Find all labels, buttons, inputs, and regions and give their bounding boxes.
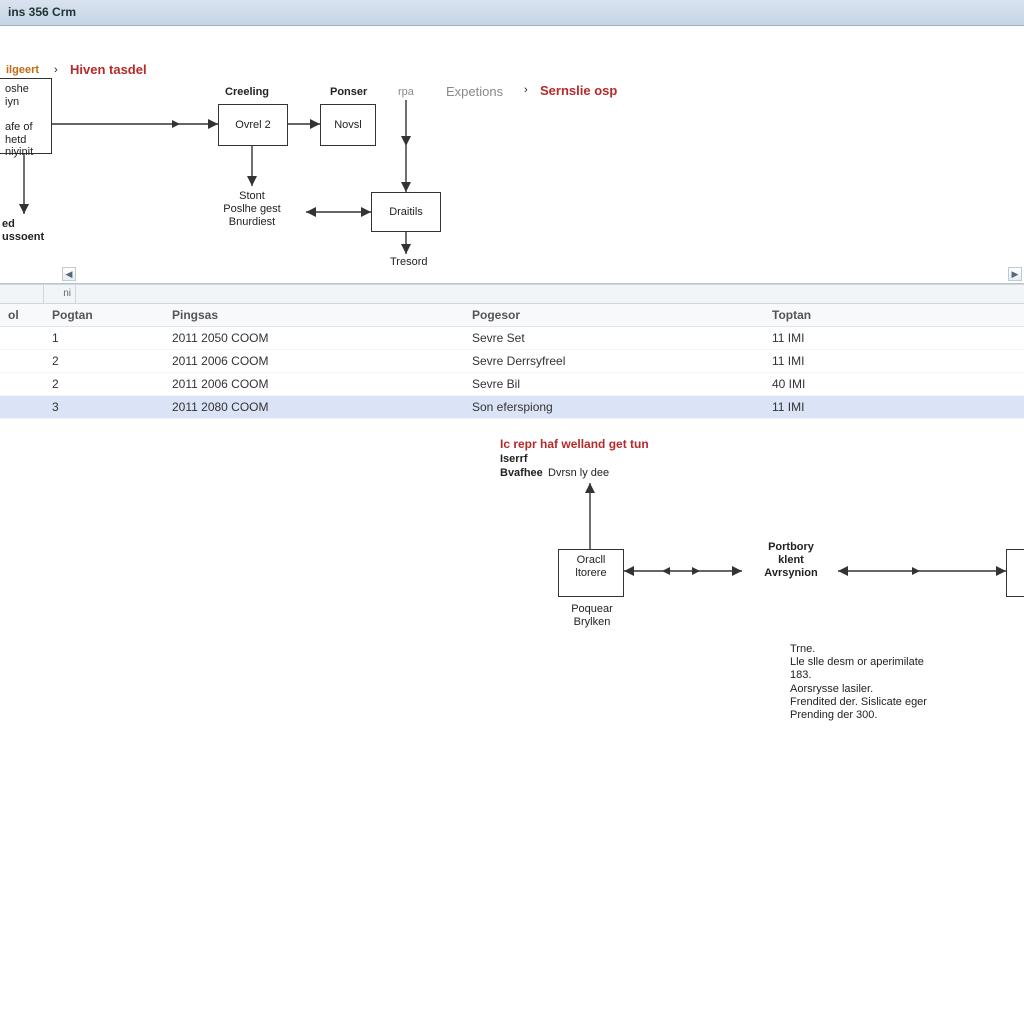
label-left-below: ed ussoent [2, 218, 44, 244]
label-expetions-target: Sernslie osp [540, 83, 617, 99]
node-oval2[interactable]: Ovrel 2 [218, 104, 288, 146]
grid-ruler-cell [0, 285, 44, 303]
label-warning-sub2: Dvrsn ly dee [548, 467, 609, 480]
diagram-scroll-right-icon[interactable]: ▶ [1008, 267, 1022, 281]
grid-header-col1[interactable]: Pogtan [44, 304, 164, 326]
lower-diagram-connectors [0, 419, 1024, 839]
table-cell: Sevre Set [464, 327, 764, 349]
table-cell: 11 IMI [764, 396, 984, 418]
expetions-sep: › [524, 84, 528, 97]
label-info-block: Trne. Lle slle desm or aperimilate 183. … [790, 643, 1020, 722]
label-warning-sub1: Iserrf [500, 453, 528, 466]
breadcrumb-current: Hiven tasdel [70, 62, 147, 78]
diagram-scroll-left-icon[interactable]: ◀ [62, 267, 76, 281]
breadcrumb-link[interactable]: ilgeert [6, 64, 39, 77]
grid-ruler-ni: ni [44, 285, 76, 303]
table-cell: Sevre Derrsyfreel [464, 350, 764, 372]
node-novsl[interactable]: Novsl [320, 104, 376, 146]
table-cell: 11 IMI [764, 350, 984, 372]
grid-ruler: ni [0, 284, 1024, 304]
lower-diagram-area: Ic repr haf welland get tun Iserrf Bvafh… [0, 419, 1024, 839]
node-right-partial[interactable] [1006, 549, 1024, 597]
table-row[interactable]: 32011 2080 COOMSon eferspiong11 IMI [0, 396, 1024, 419]
table-cell: 11 IMI [764, 327, 984, 349]
table-row[interactable]: 22011 2006 COOMSevre Bil40 IMI [0, 373, 1024, 396]
table-cell: Son eferspiong [464, 396, 764, 418]
window-titlebar: ins 356 Crm [0, 0, 1024, 26]
top-diagram-connectors [0, 26, 1024, 283]
breadcrumb-sep: › [54, 64, 58, 77]
grid-header-col2[interactable]: Pingsas [164, 304, 464, 326]
top-diagram-area: ilgeert › Hiven tasdel oshe iyn afe of h… [0, 26, 1024, 284]
node-left-partial[interactable]: oshe iyn afe of hetd niyinit [0, 78, 52, 154]
table-cell: 2011 2050 COOM [164, 327, 464, 349]
node-disable[interactable]: Draitils [371, 192, 441, 232]
grid-header-col3[interactable]: Pogesor [464, 304, 764, 326]
table-cell [0, 350, 44, 372]
table-row[interactable]: 22011 2006 COOMSevre Derrsyfreel11 IMI [0, 350, 1024, 373]
label-creeling: Creeling [225, 86, 269, 99]
grid-header-row: ol Pogtan Pingsas Pogesor Toptan [0, 304, 1024, 327]
grid-header-col0[interactable]: ol [0, 304, 44, 326]
label-warning: Ic repr haf welland get tun [500, 437, 649, 451]
table-cell [0, 327, 44, 349]
table-cell: 2011 2006 COOM [164, 350, 464, 372]
node-ovacl[interactable]: Oracll ltorere [558, 549, 624, 597]
label-ovacl-below: Poquear Brylken [564, 603, 620, 629]
table-row[interactable]: 12011 2050 COOMSevre Set11 IMI [0, 327, 1024, 350]
table-cell: 2 [44, 373, 164, 395]
table-cell: 3 [44, 396, 164, 418]
table-cell: Sevre Bil [464, 373, 764, 395]
label-portbory: Portbory klent Avrsynion [746, 541, 836, 581]
grid-header-col4[interactable]: Toptan [764, 304, 984, 326]
table-cell [0, 396, 44, 418]
label-disable-below: Tresord [390, 256, 428, 269]
grid-ruler-rest [76, 285, 1024, 303]
table-cell: 40 IMI [764, 373, 984, 395]
table-cell [0, 373, 44, 395]
label-warning-sub2b: Bvafhee [500, 467, 543, 480]
window-title: ins 356 Crm [8, 5, 76, 19]
table-cell: 2 [44, 350, 164, 372]
label-ponser: Ponser [330, 86, 367, 99]
label-rpa: rpa [398, 86, 414, 99]
data-grid[interactable]: ol Pogtan Pingsas Pogesor Toptan 12011 2… [0, 304, 1024, 419]
table-cell: 1 [44, 327, 164, 349]
table-cell: 2011 2080 COOM [164, 396, 464, 418]
label-oval2-below: Stont Poslhe gest Bnurdiest [192, 190, 312, 230]
table-cell: 2011 2006 COOM [164, 373, 464, 395]
label-expetions: Expetions [446, 84, 503, 100]
